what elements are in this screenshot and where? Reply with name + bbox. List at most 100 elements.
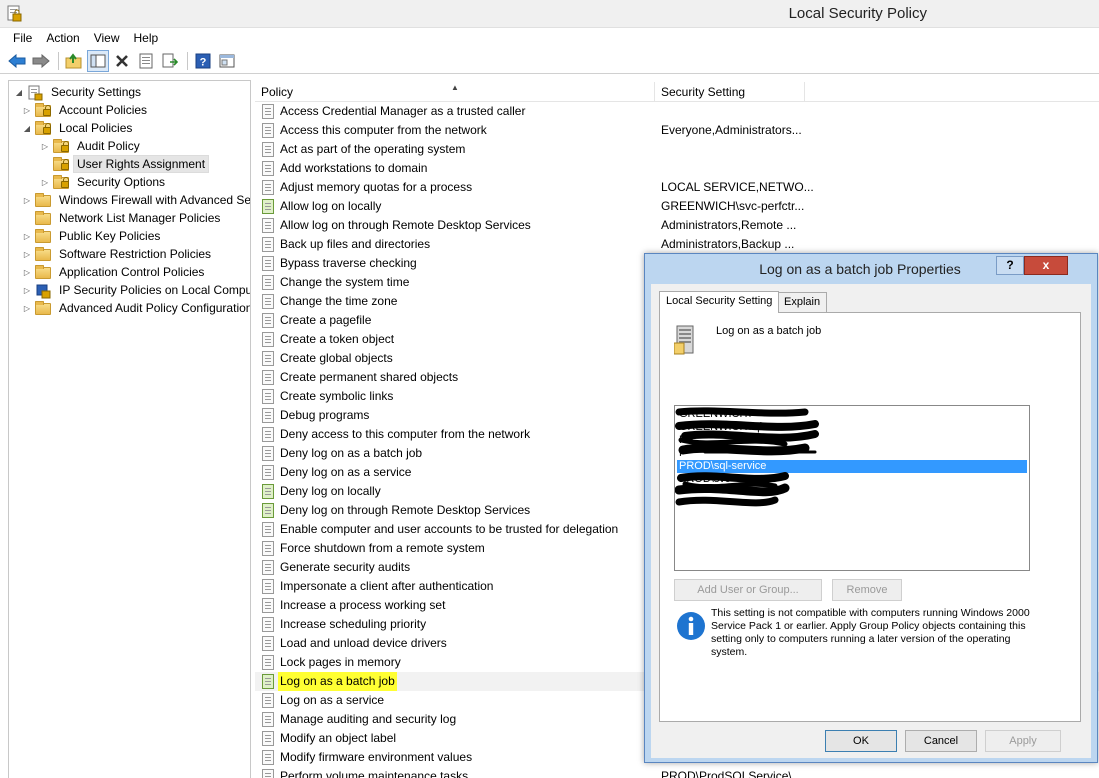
collapsed-arrow-icon[interactable]: ▷ bbox=[39, 176, 51, 188]
member-item[interactable] bbox=[677, 486, 1027, 499]
policy-name: Perform volume maintenance tasks bbox=[280, 769, 469, 778]
policy-row[interactable]: Allow log on through Remote Desktop Serv… bbox=[255, 216, 1099, 235]
properties-icon[interactable] bbox=[135, 50, 157, 72]
collapsed-arrow-icon[interactable]: ▷ bbox=[21, 230, 33, 242]
policy-name: Load and unload device drivers bbox=[280, 636, 447, 650]
apply-button[interactable]: Apply bbox=[985, 730, 1061, 752]
policy-row[interactable]: Act as part of the operating system bbox=[255, 140, 1099, 159]
policy-name: Add workstations to domain bbox=[280, 161, 428, 175]
show-hide-tree-icon[interactable] bbox=[87, 49, 109, 72]
collapsed-arrow-icon[interactable]: ▷ bbox=[21, 194, 33, 206]
sort-ascending-icon: ▲ bbox=[451, 83, 459, 92]
policy-row[interactable]: Access this computer from the network Eve… bbox=[255, 121, 1099, 140]
back-arrow-icon[interactable] bbox=[6, 50, 28, 72]
member-item[interactable]: GREENWICH\ bbox=[677, 408, 1027, 421]
tree-item-security-settings[interactable]: ◢ Security Settings bbox=[13, 83, 145, 101]
menu-help[interactable]: Help bbox=[127, 29, 166, 47]
expanded-arrow-icon[interactable]: ◢ bbox=[21, 122, 33, 134]
folder-icon bbox=[35, 211, 51, 225]
tree-item-ip-security-policies-on-local-computer[interactable]: ▷ IP Security Policies on Local Computer bbox=[21, 281, 250, 299]
forward-arrow-icon[interactable] bbox=[30, 50, 52, 72]
policy-row[interactable]: Perform volume maintenance tasks PROD\Pro… bbox=[255, 767, 1099, 778]
member-item[interactable]: P bbox=[677, 447, 1027, 460]
tree-item-network-list-manager-policies[interactable]: Network List Manager Policies bbox=[21, 209, 224, 227]
window-title: Local Security Policy bbox=[788, 5, 927, 22]
menu-bar: File Action View Help bbox=[0, 28, 1099, 48]
collapsed-arrow-icon[interactable]: ▷ bbox=[21, 284, 33, 296]
tree-item-account-policies[interactable]: ▷ Account Policies bbox=[21, 101, 151, 119]
tree-item-user-rights-assignment[interactable]: User Rights Assignment bbox=[39, 155, 210, 173]
policy-icon bbox=[262, 161, 274, 176]
policy-name: Deny access to this computer from the ne… bbox=[280, 427, 531, 441]
expanded-arrow-icon[interactable]: ◢ bbox=[13, 86, 25, 98]
delete-icon[interactable] bbox=[111, 50, 133, 72]
console-tree-icon[interactable] bbox=[216, 50, 238, 72]
member-item[interactable]: PROD\svc- bbox=[677, 473, 1027, 486]
cancel-button[interactable]: Cancel bbox=[905, 730, 977, 752]
security-setting-value: Everyone,Administrators... bbox=[661, 123, 802, 137]
tree-item-windows-firewall-with-advanced-security[interactable]: ▷ Windows Firewall with Advanced Security bbox=[21, 191, 250, 209]
policy-row[interactable]: Allow log on locally GREENWICH\svc-perfct… bbox=[255, 197, 1099, 216]
policy-icon bbox=[262, 598, 274, 613]
list-header: Policy ▲ Security Setting bbox=[255, 82, 1099, 102]
svg-text:?: ? bbox=[200, 56, 207, 68]
collapsed-arrow-icon[interactable]: ▷ bbox=[21, 266, 33, 278]
policy-name: Debug programs bbox=[280, 408, 370, 422]
collapsed-arrow-icon[interactable]: ▷ bbox=[21, 104, 33, 116]
collapsed-arrow-icon[interactable]: ▷ bbox=[39, 140, 51, 152]
menu-file[interactable]: File bbox=[6, 29, 39, 47]
policy-icon bbox=[262, 579, 274, 594]
ok-button[interactable]: OK bbox=[825, 730, 897, 752]
members-listbox[interactable]: PROD\svc- PROD\sql-service P PR GREENWICH\ q… bbox=[674, 405, 1030, 571]
menu-view[interactable]: View bbox=[87, 29, 127, 47]
remove-button[interactable]: Remove bbox=[832, 579, 902, 601]
tree-item-label: Application Control Policies bbox=[59, 265, 205, 279]
policy-icon bbox=[262, 674, 274, 689]
dialog-help-button[interactable]: ? bbox=[996, 256, 1024, 275]
collapsed-arrow-icon[interactable]: ▷ bbox=[21, 248, 33, 260]
tree-item-public-key-policies[interactable]: ▷ Public Key Policies bbox=[21, 227, 164, 245]
server-policy-icon bbox=[674, 325, 694, 355]
policy-icon bbox=[262, 560, 274, 575]
add-user-or-group-button[interactable]: Add User or Group... bbox=[674, 579, 822, 601]
column-header-security-setting[interactable]: Security Setting bbox=[655, 82, 805, 102]
policy-name: Create global objects bbox=[280, 351, 393, 365]
tree-item-software-restriction-policies[interactable]: ▷ Software Restriction Policies bbox=[21, 245, 215, 263]
tree-item-label: Network List Manager Policies bbox=[59, 211, 221, 225]
locked-folder-icon bbox=[53, 157, 69, 171]
security-setting-value: Administrators,Backup ... bbox=[661, 237, 795, 251]
console-tree[interactable]: ◢ Security Settings ▷ Account Policies ◢ Loca… bbox=[8, 80, 251, 778]
dialog-close-button[interactable]: x bbox=[1024, 256, 1068, 275]
locked-folder-icon bbox=[35, 121, 51, 135]
tab-local-security-setting[interactable]: Local Security Setting bbox=[659, 291, 780, 313]
member-item[interactable] bbox=[677, 499, 1027, 512]
tree-item-audit-policy[interactable]: ▷ Audit Policy bbox=[39, 137, 144, 155]
tree-item-advanced-audit-policy-configuration[interactable]: ▷ Advanced Audit Policy Configuration bbox=[21, 299, 250, 317]
policy-icon bbox=[262, 104, 274, 119]
policy-row[interactable]: Adjust memory quotas for a process LOCAL … bbox=[255, 178, 1099, 197]
member-item[interactable]: PR bbox=[677, 434, 1027, 447]
policy-row[interactable]: Add workstations to domain bbox=[255, 159, 1099, 178]
help-icon[interactable]: ? bbox=[192, 50, 214, 72]
policy-icon bbox=[262, 446, 274, 461]
export-list-icon[interactable] bbox=[159, 50, 181, 72]
tab-panel-local-security-setting: Log on as a batch job PROD\svc- PROD\sql-… bbox=[659, 312, 1081, 722]
policy-row[interactable]: Back up files and directories Administrat… bbox=[255, 235, 1099, 254]
locked-folder-icon bbox=[35, 103, 51, 117]
policy-icon bbox=[262, 142, 274, 157]
member-item[interactable]: PROD\sql-service bbox=[677, 460, 1027, 473]
up-folder-icon[interactable] bbox=[63, 50, 85, 72]
security-setting-value: LOCAL SERVICE,NETWO... bbox=[661, 180, 814, 194]
member-item[interactable]: GREENWICH\ ql bbox=[677, 421, 1027, 434]
dialog-title-bar[interactable]: Log on as a batch job Properties ? x bbox=[645, 254, 1097, 284]
menu-action[interactable]: Action bbox=[39, 29, 86, 47]
tree-item-application-control-policies[interactable]: ▷ Application Control Policies bbox=[21, 263, 208, 281]
title-bar: Local Security Policy bbox=[0, 0, 1099, 28]
collapsed-arrow-icon[interactable]: ▷ bbox=[21, 302, 33, 314]
policy-row[interactable]: Access Credential Manager as a trusted c… bbox=[255, 102, 1099, 121]
tree-item-security-options[interactable]: ▷ Security Options bbox=[39, 173, 169, 191]
policy-icon bbox=[262, 389, 274, 404]
tab-explain[interactable]: Explain bbox=[777, 292, 828, 312]
policy-name: Increase scheduling priority bbox=[280, 617, 427, 631]
tree-item-local-policies[interactable]: ◢ Local Policies bbox=[21, 119, 136, 137]
